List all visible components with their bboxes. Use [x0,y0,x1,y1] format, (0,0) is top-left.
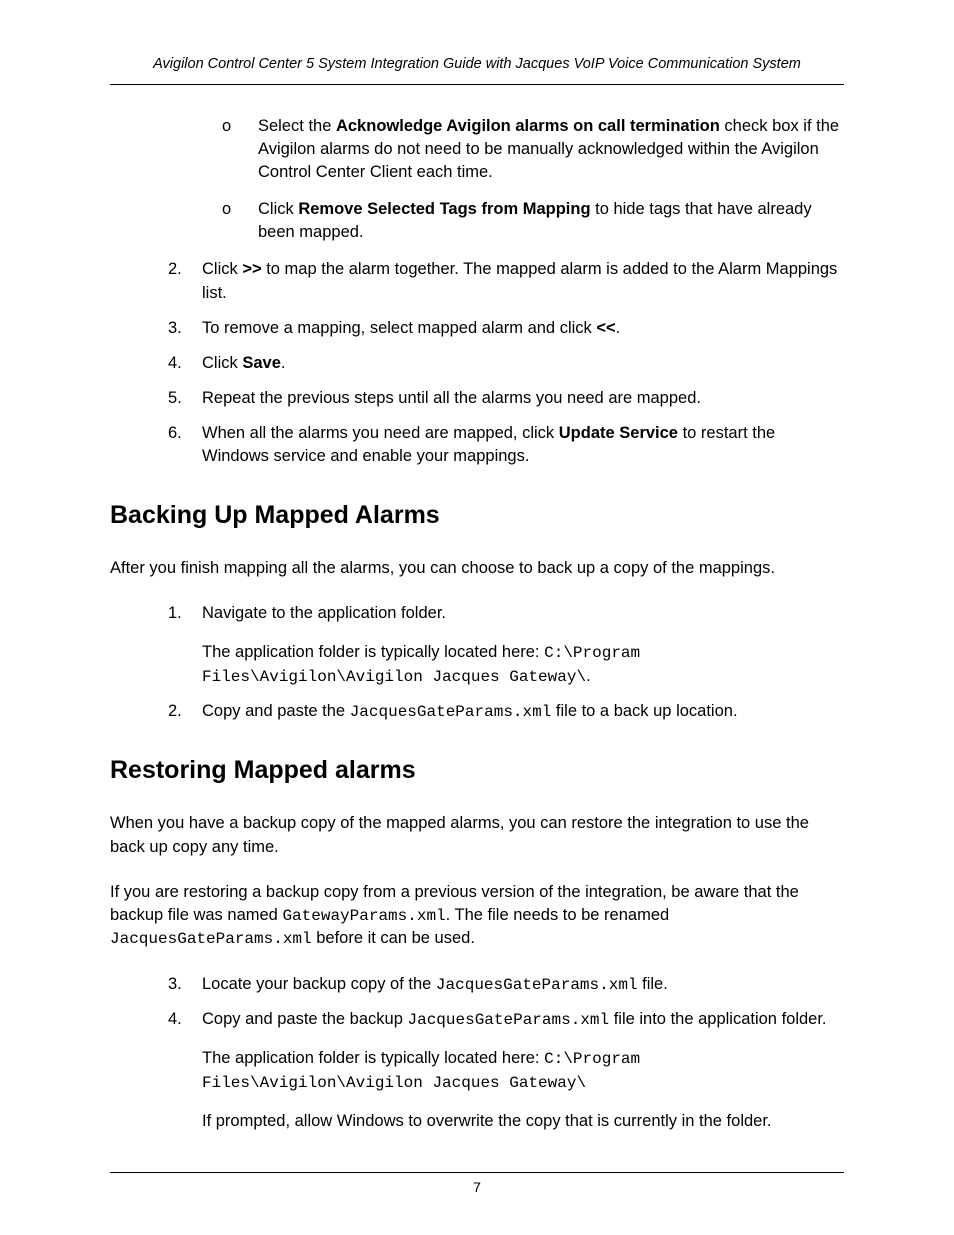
list-item-paragraph: The application folder is typically loca… [202,1047,844,1094]
bullet: o [222,115,231,138]
bullet: o [222,198,231,221]
ordered-list-section2: 3. Locate your backup copy of the Jacques… [110,973,844,1134]
list-item: 5. Repeat the previous steps until all th… [168,387,844,410]
list-item-text: Copy and paste the JacquesGateParams.xml… [202,702,738,720]
text-run: Click [202,260,242,278]
section-intro: When you have a backup copy of the mappe… [110,812,844,858]
text-run: file into the application folder. [609,1010,826,1028]
text-run: Locate your backup copy of the [202,975,436,993]
content: o Select the Acknowledge Avigilon alarms … [110,115,844,1133]
list-item: 4. Copy and paste the backup JacquesGateP… [168,1008,844,1133]
text-run: Copy and paste the backup [202,1010,407,1028]
list-number: 2. [168,700,182,723]
text-run: GatewayParams.xml [282,907,445,925]
text-run: Acknowledge Avigilon alarms on call term… [336,117,720,135]
text-run: Remove Selected Tags from Mapping [298,200,590,218]
list-item-paragraph: The application folder is typically loca… [202,641,844,688]
text-run: before it can be used. [312,929,475,947]
text-run: . [586,667,591,685]
list-number: 3. [168,317,182,340]
ordered-list-top: 2. Click >> to map the alarm together. Th… [110,258,844,468]
list-item-text: Locate your backup copy of the JacquesGa… [202,975,668,993]
text-run: If prompted, allow Windows to overwrite … [202,1112,772,1130]
text-run: Copy and paste the [202,702,350,720]
list-item-text: When all the alarms you need are mapped,… [202,424,775,465]
text-run: JacquesGateParams.xml [407,1011,609,1029]
continued-sublist-wrap: o Select the Acknowledge Avigilon alarms … [110,115,844,244]
list-item-text: Copy and paste the backup JacquesGatePar… [202,1010,827,1028]
list-number: 3. [168,973,182,996]
list-item-text: Navigate to the application folder. [202,604,446,622]
text-run: . The file needs to be renamed [446,906,670,924]
list-item: 3. Locate your backup copy of the Jacques… [168,973,844,996]
text-run: . [616,319,621,337]
sub-list-item: o Select the Acknowledge Avigilon alarms … [222,115,844,184]
page-footer: 7 [110,1172,844,1195]
list-item-paragraph: If prompted, allow Windows to overwrite … [202,1110,844,1133]
list-item: 3. To remove a mapping, select mapped ala… [168,317,844,340]
section-intro: After you finish mapping all the alarms,… [110,557,844,580]
text-run: Update Service [559,424,678,442]
text-run: Select the [258,117,336,135]
text-run: JacquesGateParams.xml [350,703,552,721]
section-heading-restore: Restoring Mapped alarms [110,753,844,788]
text-run: file to a back up location. [551,702,737,720]
list-item: 2. Copy and paste the JacquesGateParams.x… [168,700,844,723]
page-header: Avigilon Control Center 5 System Integra… [110,56,844,85]
list-number: 2. [168,258,182,281]
text-run: Click [258,200,298,218]
list-number: 6. [168,422,182,445]
list-item-text: To remove a mapping, select mapped alarm… [202,319,620,337]
list-number: 1. [168,602,182,625]
list-item-text: Repeat the previous steps until all the … [202,389,701,407]
list-number: 4. [168,1008,182,1031]
list-item: 2. Click >> to map the alarm together. Th… [168,258,844,304]
list-number: 4. [168,352,182,375]
text-run: Navigate to the application folder. [202,604,446,622]
text-run: The application folder is typically loca… [202,1049,544,1067]
text-run: Click [202,354,242,372]
list-item: 1. Navigate to the application folder. The… [168,602,844,688]
text-run: The application folder is typically loca… [202,643,544,661]
sub-list-item: o Click Remove Selected Tags from Mapping… [222,198,844,244]
list-item-text: Click Save. [202,354,285,372]
ordered-list-section1: 1. Navigate to the application folder. The… [110,602,844,723]
list-number: 5. [168,387,182,410]
text-run: To remove a mapping, select mapped alarm… [202,319,596,337]
text-run: Save [242,354,281,372]
text-run: JacquesGateParams.xml [436,976,638,994]
text-run: JacquesGateParams.xml [110,930,312,948]
section-heading-backup: Backing Up Mapped Alarms [110,498,844,533]
section-intro-2: If you are restoring a backup copy from … [110,881,844,951]
text-run: << [596,319,615,337]
text-run: to map the alarm together. The mapped al… [202,260,837,301]
list-item: 6. When all the alarms you need are mappe… [168,422,844,468]
text-run: file. [638,975,668,993]
list-item: 4. Click Save. [168,352,844,375]
page: Avigilon Control Center 5 System Integra… [0,0,954,1235]
text-run: When all the alarms you need are mapped,… [202,424,559,442]
text-run: Repeat the previous steps until all the … [202,389,701,407]
text-run: >> [242,260,261,278]
text-run: . [281,354,286,372]
list-item-text: Click >> to map the alarm together. The … [202,260,837,301]
sub-list: o Select the Acknowledge Avigilon alarms … [168,115,844,244]
